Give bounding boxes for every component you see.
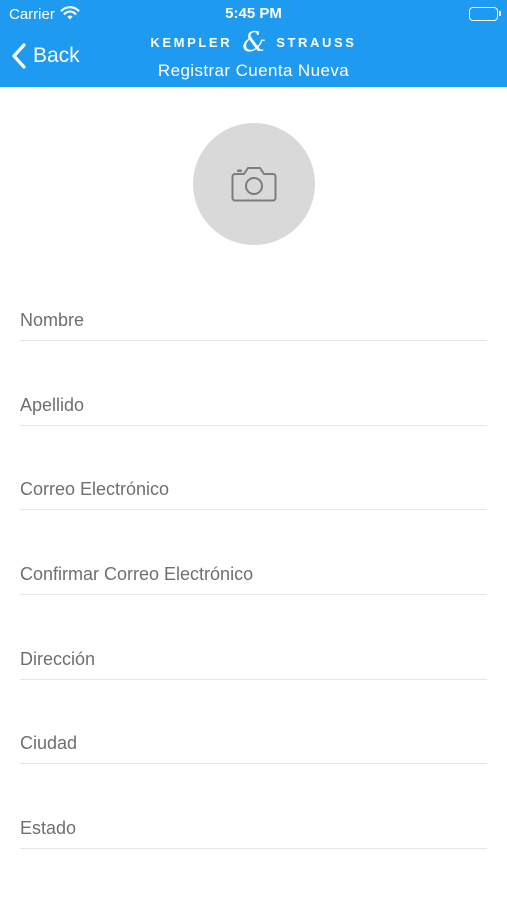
status-time: 5:45 PM [225, 5, 282, 22]
brand-name-right: STRAUSS [276, 34, 357, 50]
profile-photo-button[interactable] [193, 123, 315, 245]
confirm-email-field[interactable] [20, 555, 487, 595]
state-field[interactable] [20, 809, 487, 849]
state-input[interactable] [20, 809, 487, 848]
navigation-header: Carrier 5:45 PM Back KEMPLER & STRAUSS R… [0, 0, 507, 87]
confirm-email-input[interactable] [20, 555, 487, 594]
email-input[interactable] [20, 470, 487, 509]
brand-ampersand: & [242, 26, 267, 58]
brand-name-left: KEMPLER [150, 34, 233, 50]
battery-icon [469, 7, 501, 21]
page-title: Registrar Cuenta Nueva [157, 61, 350, 80]
city-input[interactable] [20, 724, 487, 763]
status-bar: Carrier 5:45 PM [0, 0, 507, 28]
address-field[interactable] [20, 640, 487, 680]
first-name-field[interactable] [20, 301, 487, 341]
city-field[interactable] [20, 724, 487, 764]
last-name-field[interactable] [20, 386, 487, 426]
address-input[interactable] [20, 640, 487, 679]
brand-logo: KEMPLER & STRAUSS [0, 27, 507, 57]
last-name-input[interactable] [20, 386, 487, 425]
camera-icon [231, 167, 277, 202]
email-field[interactable] [20, 470, 487, 510]
first-name-input[interactable] [20, 301, 487, 340]
